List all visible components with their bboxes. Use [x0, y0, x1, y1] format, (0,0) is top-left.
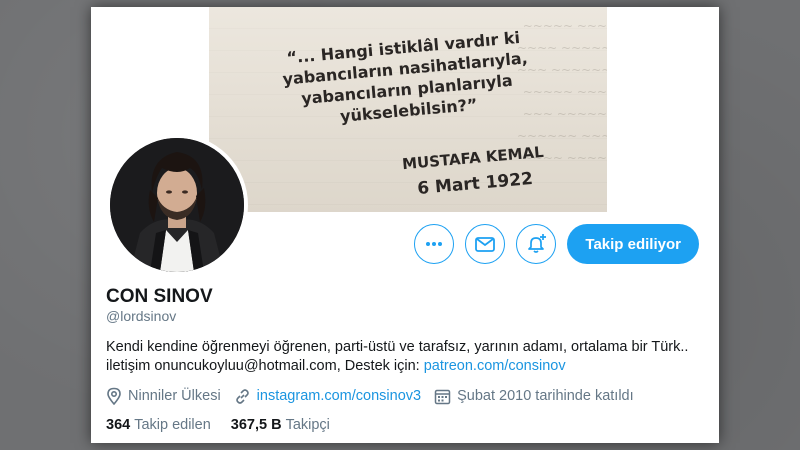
following-count: 364 [106, 417, 131, 433]
website-link[interactable]: instagram.com/consinov3 [257, 388, 421, 404]
following-button[interactable]: Takip ediliyor [567, 224, 699, 264]
message-button[interactable] [465, 224, 506, 264]
followers-label: Takipçi [285, 417, 330, 433]
profile-name: CON SINOV [106, 286, 213, 307]
banner-quote-author: MUSTAFA KEMAL 6 Mart 1922 [397, 139, 551, 204]
mail-icon [475, 237, 496, 252]
banner-quote: “... Hangi istiklâl vardır ki yabancılar… [278, 26, 534, 131]
location-pin-icon [107, 387, 121, 405]
more-button[interactable] [414, 224, 455, 264]
joined-text: Şubat 2010 tarihinde katıldı [457, 388, 634, 404]
more-icon [426, 242, 443, 246]
bio-text: Kendi kendine öğrenmeyi öğrenen, parti-ü… [106, 339, 689, 374]
profile-actions: Takip ediliyor [414, 224, 699, 264]
profile-handle: @lordsinov [106, 308, 177, 324]
profile-banner[interactable]: ~~~~~ ~~~ ~~~~ ~~~~~ ~~~ ~~~~~~ ~~~~~ ~~~ ~~… [209, 7, 607, 212]
profile-bio: Kendi kendine öğrenmeyi öğrenen, parti-ü… [106, 338, 706, 376]
website-item: instagram.com/consinov3 [234, 388, 421, 405]
calendar-icon [434, 389, 451, 404]
following-stat[interactable]: 364 Takip edilen [106, 417, 211, 433]
profile-stats: 364 Takip edilen 367,5 B Takipçi [106, 417, 350, 433]
avatar-image [110, 138, 244, 272]
following-label: Takip edilen [134, 417, 211, 433]
link-icon [235, 388, 249, 404]
location-item: Ninniler Ülkesi [106, 387, 221, 405]
avatar[interactable] [106, 134, 248, 276]
location-text: Ninniler Ülkesi [128, 388, 221, 404]
profile-card: ~~~~~ ~~~ ~~~~ ~~~~~ ~~~ ~~~~~~ ~~~~~ ~~~ ~~… [91, 7, 719, 443]
profile-meta: Ninniler Ülkesi instagram.com/consinov3 … [106, 387, 647, 405]
notifications-button[interactable] [516, 224, 557, 264]
followers-count: 367,5 B [230, 417, 282, 433]
bio-link[interactable]: patreon.com/consinov [424, 358, 566, 374]
joined-item: Şubat 2010 tarihinde katıldı [434, 388, 634, 405]
followers-stat[interactable]: 367,5 B Takipçi [231, 417, 330, 433]
bell-plus-icon [528, 234, 547, 253]
